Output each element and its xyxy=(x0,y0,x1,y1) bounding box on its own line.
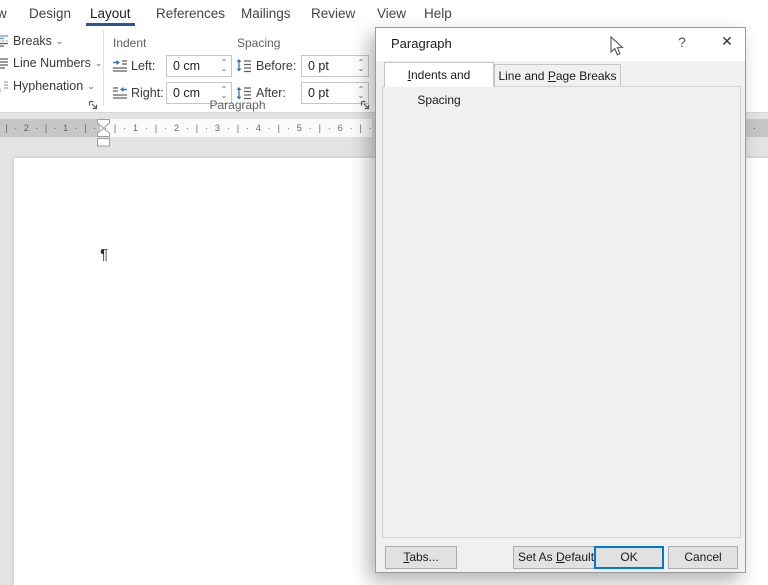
breaks-button[interactable]: Breaks ⌄ xyxy=(0,31,63,51)
spacing-section-title: Spacing xyxy=(237,36,280,50)
spacing-before-value[interactable]: 0 pt xyxy=(302,59,354,73)
dialog-titlebar[interactable]: Paragraph ? ✕ xyxy=(376,28,745,61)
tab-clipped[interactable]: w xyxy=(0,0,9,27)
svg-text:bc: bc xyxy=(0,87,2,93)
help-icon[interactable]: ? xyxy=(672,34,692,54)
spacing-before-label: Before: xyxy=(256,55,296,77)
tab-help[interactable]: Help xyxy=(422,0,454,27)
breaks-icon xyxy=(0,34,9,48)
first-line-indent-marker[interactable] xyxy=(98,120,110,129)
paragraph-dialog-launcher-icon[interactable] xyxy=(359,99,371,111)
tab-line-and-page-breaks[interactable]: Line and Page Breaks xyxy=(494,64,621,87)
hyphenation-icon: a-bc xyxy=(0,79,9,93)
breaks-label: Breaks xyxy=(13,34,52,48)
chevron-down-icon: ⌄ xyxy=(56,36,64,47)
indent-left-input[interactable]: 0 cm ⌃⌄ xyxy=(166,55,232,77)
word-window: w Design Layout References Mailings Revi… xyxy=(0,0,768,585)
chevron-down-icon: ⌄ xyxy=(95,58,103,69)
indent-left-label: Left: xyxy=(131,55,155,77)
dialog-title: Paragraph xyxy=(391,36,452,51)
line-numbers-button[interactable]: 12 Line Numbers ⌄ xyxy=(0,53,102,73)
tab-design[interactable]: Design xyxy=(27,0,73,27)
hyphenation-button[interactable]: a-bc Hyphenation ⌄ xyxy=(0,76,95,96)
tab-mailings[interactable]: Mailings xyxy=(239,0,293,27)
paragraph-dialog: Paragraph ? ✕ Indents and Spacing Line a… xyxy=(375,27,746,573)
tab-indents-and-spacing[interactable]: Indents and Spacing xyxy=(384,62,494,87)
chevron-down-icon: ⌄ xyxy=(87,81,95,92)
close-icon[interactable]: ✕ xyxy=(716,33,738,55)
ruler[interactable]: · | · 1 · | · 2 · | · 3 · | · 4 · | · 5 … xyxy=(100,119,372,137)
page-setup-dialog-launcher-icon[interactable] xyxy=(87,99,99,111)
tab-view[interactable]: View xyxy=(375,0,408,27)
ribbon-tab-row: w Design Layout References Mailings Revi… xyxy=(0,0,768,28)
tabs-button[interactable]: Tabs... xyxy=(385,546,457,569)
spacing-before-spinner[interactable]: ⌃⌄ xyxy=(354,60,368,72)
group-divider xyxy=(103,30,104,106)
hyphenation-label: Hyphenation xyxy=(13,79,83,93)
tab-references[interactable]: References xyxy=(154,0,227,27)
hanging-indent-marker[interactable] xyxy=(98,129,110,137)
indent-left-icon xyxy=(112,59,128,73)
line-numbers-icon: 12 xyxy=(0,56,9,70)
indent-markers[interactable] xyxy=(96,119,112,149)
spacing-before-input[interactable]: 0 pt ⌃⌄ xyxy=(301,55,369,77)
tab-review[interactable]: Review xyxy=(309,0,357,27)
pilcrow-mark: ¶ xyxy=(100,246,108,263)
ok-button[interactable]: OK xyxy=(594,546,664,569)
spacing-before-icon xyxy=(236,58,252,74)
indent-left-spinner[interactable]: ⌃⌄ xyxy=(217,60,231,72)
dialog-tab-panel xyxy=(382,86,741,538)
line-numbers-label: Line Numbers xyxy=(13,56,91,70)
ruler-margin-section[interactable]: | · 2 · | · 1 · | · xyxy=(0,119,100,137)
left-indent-marker[interactable] xyxy=(98,139,110,147)
tab-layout[interactable]: Layout xyxy=(88,0,133,27)
set-as-default-button[interactable]: Set As Default xyxy=(513,546,599,569)
indent-section-title: Indent xyxy=(113,36,146,50)
indent-left-value[interactable]: 0 cm xyxy=(167,59,217,73)
mouse-cursor xyxy=(610,36,624,57)
paragraph-group-label: Paragraph xyxy=(103,98,372,112)
cancel-button[interactable]: Cancel xyxy=(668,546,738,569)
